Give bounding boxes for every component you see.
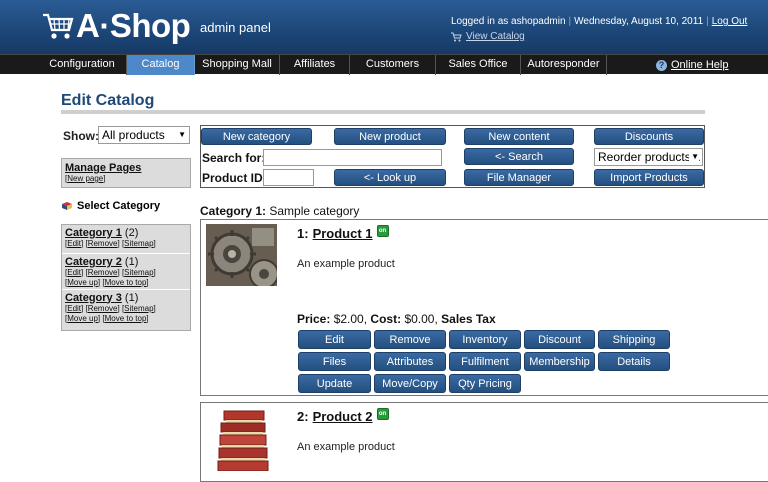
new-product-button[interactable]: New product <box>334 128 446 145</box>
search-label: Search for: <box>202 151 266 165</box>
online-status-icon: on <box>376 407 389 420</box>
category-item: Category 3 (1) [Edit] [Remove] [Sitemap]… <box>65 291 156 323</box>
chevron-down-icon: ▼ <box>689 149 699 165</box>
attributes-button[interactable]: Attributes <box>374 352 446 371</box>
page-title: Edit Catalog <box>61 92 155 109</box>
move-to-top-link[interactable]: Move to top <box>105 314 147 323</box>
sitemap-link[interactable]: Sitemap <box>124 304 153 313</box>
show-filter-select[interactable]: All products ▼ <box>98 126 190 144</box>
sitemap-link[interactable]: Sitemap <box>124 239 153 248</box>
online-help[interactable]: ? Online Help <box>656 55 728 75</box>
category-link[interactable]: Category 2 <box>65 256 122 268</box>
tab-customers[interactable]: Customers <box>350 55 436 75</box>
category-item: Category 1 (2) [Edit] [Remove] [Sitemap] <box>62 225 190 254</box>
qty-pricing-button[interactable]: Qty Pricing <box>449 374 521 393</box>
fulfilment-button[interactable]: Fulfilment <box>449 352 521 371</box>
product-pricing: Price: $2.00, Cost: $0.00, Sales Tax <box>297 312 496 326</box>
new-content-button[interactable]: New content <box>464 128 574 145</box>
logout-link[interactable]: Log Out <box>712 16 748 27</box>
product-name-link[interactable]: Product 2 <box>313 409 373 424</box>
product-description: An example product <box>297 258 395 270</box>
move-copy-button[interactable]: Move/Copy <box>374 374 446 393</box>
user-bar: Logged in as ashopadmin | Wednesday, Augus… <box>451 16 748 27</box>
product-title: 2: Product 2 on <box>297 407 389 424</box>
product-thumbnail[interactable] <box>206 409 277 471</box>
tab-autoresponder[interactable]: Autoresponder <box>521 55 607 75</box>
tab-affiliates[interactable]: Affiliates <box>280 55 350 75</box>
cart-logo-icon <box>43 13 74 39</box>
logo[interactable]: A·Shop <box>42 7 191 44</box>
remove-link[interactable]: Remove <box>88 268 118 277</box>
files-button[interactable]: Files <box>298 352 371 371</box>
manage-pages-panel: Manage Pages [New page] <box>61 158 191 188</box>
edit-link[interactable]: Edit <box>67 239 81 248</box>
view-catalog[interactable]: View Catalog <box>451 31 525 42</box>
update-button[interactable]: Update <box>298 374 371 393</box>
show-label: Show: <box>63 129 99 143</box>
search-input[interactable] <box>263 149 442 166</box>
import-products-button[interactable]: Import Products <box>594 169 704 186</box>
edit-button[interactable]: Edit <box>298 330 371 349</box>
edit-link[interactable]: Edit <box>67 304 81 313</box>
search-button[interactable]: <- Search <box>464 148 574 165</box>
logged-in-text: Logged in as ashopadmin <box>451 16 566 27</box>
category-list: Category 1 (2) [Edit] [Remove] [Sitemap]… <box>61 224 191 331</box>
category-link[interactable]: Category 3 <box>65 292 122 304</box>
lookup-button[interactable]: <- Look up <box>334 169 446 186</box>
select-category-heading: Select Category <box>61 200 160 212</box>
tab-shopping-mall[interactable]: Shopping Mall <box>195 55 280 75</box>
app-header: A·Shop admin panel Logged in as ashopadm… <box>0 0 768 54</box>
product-card: 1: Product 1 on An example product Price… <box>200 219 768 396</box>
move-to-top-link[interactable]: Move to top <box>105 278 147 287</box>
admin-panel-label: admin panel <box>200 20 271 35</box>
category-link[interactable]: Category 1 <box>65 227 122 239</box>
current-date: Wednesday, August 10, 2011 <box>574 16 704 27</box>
help-icon: ? <box>656 59 667 71</box>
category-item: Category 2 (1) [Edit] [Remove] [Sitemap]… <box>62 254 190 290</box>
edit-link[interactable]: Edit <box>67 268 81 277</box>
tab-configuration[interactable]: Configuration <box>38 55 127 75</box>
discount-button[interactable]: Discount <box>524 330 595 349</box>
product-name-link[interactable]: Product 1 <box>313 226 373 241</box>
manage-pages-link[interactable]: Manage Pages <box>65 162 187 174</box>
main-nav: Configuration Catalog Shopping Mall Affi… <box>0 54 768 75</box>
product-card: 2: Product 2 on An example product <box>200 402 768 482</box>
online-status-icon: on <box>376 224 389 237</box>
remove-link[interactable]: Remove <box>88 239 118 248</box>
title-divider <box>61 110 705 114</box>
discounts-button[interactable]: Discounts <box>594 128 704 145</box>
remove-link[interactable]: Remove <box>88 304 118 313</box>
new-category-button[interactable]: New category <box>201 128 312 145</box>
show-filter-value: All products <box>102 128 165 142</box>
product-title: 1: Product 1 on <box>297 224 389 241</box>
online-help-link[interactable]: Online Help <box>671 56 728 75</box>
chevron-down-icon: ▼ <box>178 130 186 139</box>
sitemap-link[interactable]: Sitemap <box>124 268 153 277</box>
product-thumbnail[interactable] <box>206 224 277 286</box>
file-manager-button[interactable]: File Manager <box>464 169 574 186</box>
catalog-toolbox: New category New product New content Dis… <box>200 125 705 188</box>
reorder-products-select[interactable]: Reorder products... ▼ <box>594 148 703 166</box>
product-id-input[interactable] <box>263 169 314 186</box>
cart-icon <box>451 32 462 41</box>
remove-button[interactable]: Remove <box>374 330 446 349</box>
product-id-label: Product ID: <box>202 171 267 185</box>
details-button[interactable]: Details <box>598 352 670 371</box>
move-up-link[interactable]: Move up <box>67 314 98 323</box>
shipping-button[interactable]: Shipping <box>598 330 670 349</box>
logo-text: A·Shop <box>76 7 191 44</box>
membership-button[interactable]: Membership <box>524 352 595 371</box>
new-page-link[interactable]: New page <box>67 174 103 183</box>
move-up-link[interactable]: Move up <box>67 278 98 287</box>
tab-catalog[interactable]: Catalog <box>127 55 195 75</box>
product-description: An example product <box>297 441 395 453</box>
category-heading: Category 1: Sample category <box>200 204 360 218</box>
inventory-button[interactable]: Inventory <box>449 330 521 349</box>
view-catalog-link[interactable]: View Catalog <box>466 31 525 42</box>
book-icon <box>62 201 72 210</box>
tab-sales-office[interactable]: Sales Office <box>436 55 521 75</box>
